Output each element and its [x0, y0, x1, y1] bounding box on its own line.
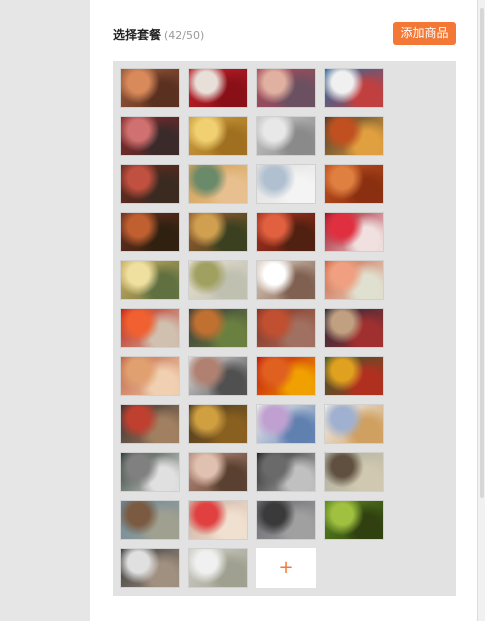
- package-image-thumbnail[interactable]: [120, 164, 180, 204]
- add-product-button[interactable]: 添加商品: [393, 22, 456, 45]
- package-image-thumbnail[interactable]: [256, 308, 316, 348]
- package-image-thumbnail[interactable]: [324, 164, 384, 204]
- package-image-thumbnail[interactable]: [324, 404, 384, 444]
- package-image-thumbnail[interactable]: [188, 500, 248, 540]
- package-image-thumbnail[interactable]: [188, 164, 248, 204]
- package-image-thumbnail[interactable]: [256, 452, 316, 492]
- package-image-thumbnail[interactable]: [188, 404, 248, 444]
- package-image-thumbnail[interactable]: [188, 356, 248, 396]
- package-image-thumbnail[interactable]: [324, 212, 384, 252]
- package-image-thumbnail[interactable]: [120, 356, 180, 396]
- section-header: 选择套餐 (42/50): [113, 24, 204, 44]
- package-image-grid: +: [113, 61, 456, 596]
- package-image-thumbnail[interactable]: [120, 260, 180, 300]
- package-image-thumbnail[interactable]: [256, 260, 316, 300]
- package-image-thumbnail[interactable]: [256, 68, 316, 108]
- package-image-thumbnail[interactable]: [256, 356, 316, 396]
- package-image-thumbnail[interactable]: [324, 500, 384, 540]
- package-image-thumbnail[interactable]: [324, 356, 384, 396]
- scrollbar-thumb[interactable]: [480, 8, 484, 498]
- add-image-button[interactable]: +: [256, 548, 316, 588]
- package-image-thumbnail[interactable]: [120, 548, 180, 588]
- package-image-thumbnail[interactable]: [188, 260, 248, 300]
- package-image-thumbnail[interactable]: [120, 116, 180, 156]
- package-image-thumbnail[interactable]: [120, 404, 180, 444]
- package-image-thumbnail[interactable]: [324, 308, 384, 348]
- package-image-thumbnail[interactable]: [256, 404, 316, 444]
- package-image-thumbnail[interactable]: [120, 452, 180, 492]
- package-image-thumbnail[interactable]: [256, 164, 316, 204]
- package-image-thumbnail[interactable]: [324, 116, 384, 156]
- package-image-thumbnail[interactable]: [324, 68, 384, 108]
- package-image-thumbnail[interactable]: [256, 500, 316, 540]
- package-image-thumbnail[interactable]: [188, 116, 248, 156]
- package-image-thumbnail[interactable]: [256, 116, 316, 156]
- package-image-thumbnail[interactable]: [188, 212, 248, 252]
- package-image-thumbnail[interactable]: [120, 500, 180, 540]
- package-image-thumbnail[interactable]: [324, 452, 384, 492]
- package-image-thumbnail[interactable]: [256, 212, 316, 252]
- package-image-thumbnail[interactable]: [188, 452, 248, 492]
- selection-count: (42/50): [164, 29, 205, 42]
- package-image-thumbnail[interactable]: [188, 68, 248, 108]
- package-image-thumbnail[interactable]: [120, 212, 180, 252]
- package-image-thumbnail[interactable]: [188, 548, 248, 588]
- package-image-thumbnail[interactable]: [120, 68, 180, 108]
- package-image-thumbnail[interactable]: [324, 260, 384, 300]
- package-image-thumbnail[interactable]: [120, 308, 180, 348]
- package-image-thumbnail[interactable]: [188, 308, 248, 348]
- section-title: 选择套餐: [113, 28, 162, 42]
